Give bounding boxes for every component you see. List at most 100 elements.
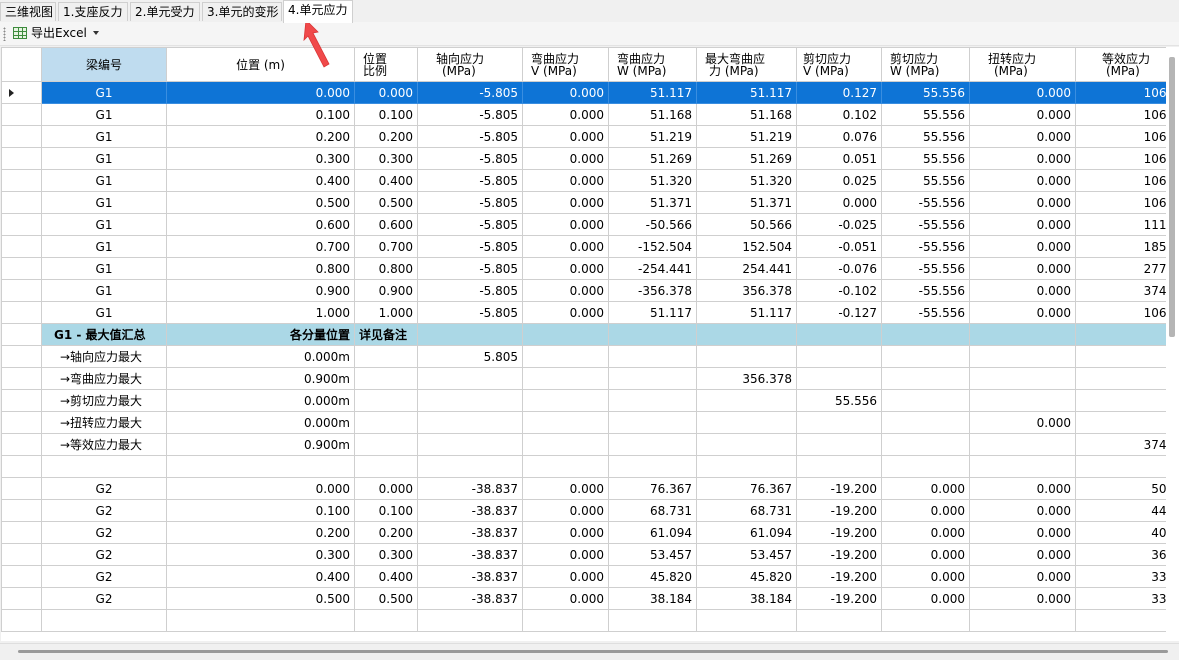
cell-max-bending-stress[interactable] xyxy=(696,433,797,456)
cell-bending-stress-v[interactable]: 0.000 xyxy=(522,301,609,324)
tab-element-deformation[interactable]: 3.单元的变形 xyxy=(202,2,282,21)
cell-bending-stress-v[interactable]: 0.000 xyxy=(522,565,609,588)
cell-bending-stress-v[interactable]: 0.000 xyxy=(522,499,609,522)
blank-cell[interactable] xyxy=(417,455,523,478)
cell-bending-stress-v[interactable] xyxy=(522,345,609,368)
row-header-cell[interactable] xyxy=(1,433,42,456)
cell-torsion-stress[interactable] xyxy=(969,367,1076,390)
row-header-cell[interactable] xyxy=(1,367,42,390)
cell-shear-stress-w[interactable]: 55.556 xyxy=(881,169,970,192)
col-header-bending-stress-v[interactable]: 弯曲应力 V (MPa) xyxy=(522,47,609,82)
cell-axial-stress[interactable] xyxy=(417,609,523,632)
cell-torsion-stress[interactable] xyxy=(969,609,1076,632)
cell-beam-id[interactable]: G1 xyxy=(41,103,167,126)
cell-bending-stress-w[interactable] xyxy=(608,367,697,390)
cell-equivalent-stress[interactable]: 106.3 xyxy=(1075,103,1166,126)
table-row[interactable]: G2 0.100 0.100 -38.837 0.000 68.731 68.731 -19.… xyxy=(1,499,1166,522)
cell-equivalent-stress[interactable]: 106.4 xyxy=(1075,125,1166,148)
cell-beam-id[interactable]: G2 xyxy=(41,543,167,566)
blank-cell[interactable] xyxy=(354,455,418,478)
cell-shear-stress-w[interactable]: 0.000 xyxy=(881,521,970,544)
cell-max-bending-stress[interactable] xyxy=(696,345,797,368)
cell-position[interactable]: 0.300 xyxy=(166,147,355,170)
table-row[interactable]: G1 0.700 0.700 -5.805 0.000 -152.504 152.504 -0… xyxy=(1,235,1166,258)
cell-bending-stress-w[interactable]: 61.094 xyxy=(608,521,697,544)
cell-torsion-stress[interactable]: 0.000 xyxy=(969,147,1076,170)
cell-position[interactable]: 0.700 xyxy=(166,235,355,258)
row-header-cell[interactable] xyxy=(1,125,42,148)
cell-shear-stress-w[interactable] xyxy=(881,389,970,412)
cell-position[interactable]: 0.900 xyxy=(166,279,355,302)
cell-axial-stress[interactable] xyxy=(417,367,523,390)
cell-shear-stress-v[interactable]: 0.051 xyxy=(796,147,882,170)
cell-bending-stress-w[interactable] xyxy=(608,609,697,632)
row-header-cell[interactable] xyxy=(1,543,42,566)
cell-max-bending-stress[interactable]: 254.441 xyxy=(696,257,797,280)
cell-position-ratio[interactable]: 1.000 xyxy=(354,301,418,324)
cell-position[interactable]: 0.600 xyxy=(166,213,355,236)
cell-equivalent-stress[interactable] xyxy=(1075,411,1166,434)
cell-max-bending-stress[interactable] xyxy=(696,389,797,412)
cell-shear-stress-w[interactable] xyxy=(881,345,970,368)
cell-equivalent-stress[interactable]: 40.0 xyxy=(1075,521,1166,544)
cell-axial-stress[interactable]: -5.805 xyxy=(417,125,523,148)
table-row[interactable]: G1 0.500 0.500 -5.805 0.000 51.371 51.371 0.000… xyxy=(1,191,1166,214)
cell-equivalent-stress[interactable]: 33.2 xyxy=(1075,587,1166,610)
cell-position[interactable]: 0.000 xyxy=(166,81,355,104)
cell-beam-id[interactable]: G1 xyxy=(41,257,167,280)
cell-bending-stress-v[interactable] xyxy=(522,609,609,632)
table-row[interactable] xyxy=(1,609,1166,632)
stress-data-grid[interactable]: 梁编号 位置 (m) 位置 比例 轴向应力 (MPa) 弯曲应力 V (MPa) 弯曲… xyxy=(1,47,1166,641)
cell-axial-stress[interactable]: -5.805 xyxy=(417,103,523,126)
cell-position[interactable]: 0.200 xyxy=(166,521,355,544)
summary-header-row[interactable]: G1 - 最大值汇总 各分量位置 详见备注 xyxy=(1,323,1166,346)
cell-position-ratio[interactable]: 0.500 xyxy=(354,587,418,610)
cell-shear-stress-v[interactable] xyxy=(796,609,882,632)
table-row[interactable]: G1 0.800 0.800 -5.805 0.000 -254.441 254.441 -0… xyxy=(1,257,1166,280)
cell-shear-stress-w[interactable] xyxy=(881,411,970,434)
cell-axial-stress[interactable]: -38.837 xyxy=(417,587,523,610)
summary-row[interactable]: →扭转应力最大 0.000m 0.000 xyxy=(1,411,1166,434)
cell-bending-stress-w[interactable]: 51.320 xyxy=(608,169,697,192)
cell-beam-id[interactable]: G2 xyxy=(41,499,167,522)
table-row[interactable]: G1 0.200 0.200 -5.805 0.000 51.219 51.219 0.076… xyxy=(1,125,1166,148)
cell-position-ratio[interactable]: 0.600 xyxy=(354,213,418,236)
cell-beam-id[interactable]: G2 xyxy=(41,565,167,588)
cell-shear-stress-v[interactable]: -19.200 xyxy=(796,587,882,610)
cell-bending-stress-v[interactable]: 0.000 xyxy=(522,213,609,236)
cell-position-ratio[interactable] xyxy=(354,345,418,368)
cell-bending-stress-w[interactable]: -152.504 xyxy=(608,235,697,258)
cell-equivalent-stress[interactable]: 185.2 xyxy=(1075,235,1166,258)
cell-position[interactable]: 0.900m xyxy=(166,433,355,456)
col-header-shear-stress-w[interactable]: 剪切应力 W (MPa) xyxy=(881,47,970,82)
cell-torsion-stress[interactable]: 0.000 xyxy=(969,257,1076,280)
cell-beam-id[interactable]: G1 xyxy=(41,169,167,192)
cell-shear-stress-w[interactable]: 0.000 xyxy=(881,499,970,522)
cell-torsion-stress[interactable]: 0.000 xyxy=(969,125,1076,148)
cell-equivalent-stress[interactable]: 33.9 xyxy=(1075,565,1166,588)
cell-shear-stress-v[interactable]: -19.200 xyxy=(796,521,882,544)
blank-row[interactable] xyxy=(1,455,1166,478)
cell-torsion-stress[interactable]: 0.000 xyxy=(969,565,1076,588)
cell-bending-stress-w[interactable] xyxy=(608,411,697,434)
horizontal-scroll-thumb[interactable] xyxy=(18,650,1168,653)
cell-max-bending-stress[interactable]: 152.504 xyxy=(696,235,797,258)
cell-bending-stress-w[interactable] xyxy=(608,389,697,412)
cell-shear-stress-v[interactable]: 0.076 xyxy=(796,125,882,148)
cell-equivalent-stress[interactable] xyxy=(1075,345,1166,368)
cell-shear-stress-v[interactable]: -0.025 xyxy=(796,213,882,236)
table-row[interactable]: G2 0.400 0.400 -38.837 0.000 45.820 45.820 -19.… xyxy=(1,565,1166,588)
cell-shear-stress-w[interactable]: -55.556 xyxy=(881,301,970,324)
col-header-position-ratio[interactable]: 位置 比例 xyxy=(354,47,418,82)
cell-equivalent-stress[interactable]: 374.7 xyxy=(1075,433,1166,456)
cell-torsion-stress[interactable]: 0.000 xyxy=(969,301,1076,324)
col-header-equivalent-stress[interactable]: 等效应力 (MPa) xyxy=(1075,47,1166,82)
cell-torsion-stress[interactable]: 0.000 xyxy=(969,169,1076,192)
row-header-cell[interactable] xyxy=(1,499,42,522)
cell-position-ratio[interactable]: 0.300 xyxy=(354,147,418,170)
blank-cell[interactable] xyxy=(1,455,42,478)
cell-axial-stress[interactable]: -5.805 xyxy=(417,279,523,302)
row-header-cell[interactable] xyxy=(1,345,42,368)
cell-beam-id[interactable]: G1 xyxy=(41,301,167,324)
cell-shear-stress-v[interactable]: -19.200 xyxy=(796,477,882,500)
